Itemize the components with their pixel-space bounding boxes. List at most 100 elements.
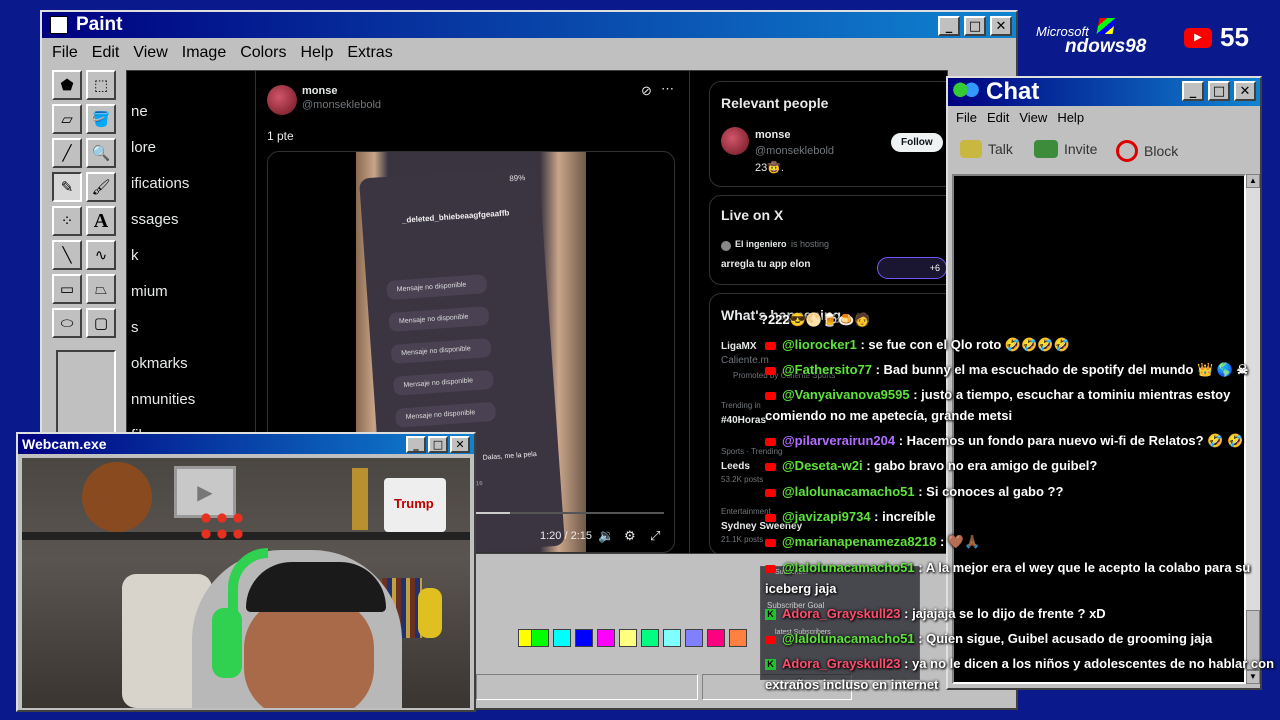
chat-menu-view[interactable]: View [1019, 110, 1047, 125]
relevant-handle[interactable]: @monseklebold [755, 145, 834, 157]
chat-username[interactable]: @javizapi9734 [782, 509, 871, 524]
free-select-tool[interactable]: ⬟ [52, 70, 82, 100]
chat-menu-help[interactable]: Help [1057, 110, 1084, 125]
trend-leeds[interactable]: Leeds [721, 461, 750, 472]
swatch-lightcyan[interactable] [663, 629, 681, 647]
polygon-tool[interactable]: ⏢ [86, 274, 116, 304]
grok-icon[interactable]: ⊘ [641, 83, 652, 99]
live-host[interactable]: El ingeniero [735, 239, 787, 249]
chat-message: @pilarverairun204 : Hacemos un fondo par… [765, 433, 1243, 449]
talk-button[interactable]: Talk [960, 140, 1013, 158]
swatch-magenta[interactable] [597, 629, 615, 647]
eyedropper-tool[interactable]: ╱ [52, 138, 82, 168]
webcam-close-button[interactable]: ✕ [450, 436, 470, 453]
menu-edit[interactable]: Edit [92, 44, 120, 62]
chat-minimize-button[interactable]: _ [1182, 81, 1204, 101]
nav-messages[interactable]: ssages [131, 211, 179, 228]
settings-icon[interactable]: ⚙ [624, 528, 636, 544]
nav-bookmarks[interactable]: okmarks [131, 355, 188, 372]
chat-username[interactable]: @lalolunacamacho51 [782, 484, 915, 499]
tool-options-box[interactable] [56, 350, 116, 440]
swatch-blue[interactable] [575, 629, 593, 647]
ellipse-tool[interactable]: ⬭ [52, 308, 82, 338]
chat-username[interactable]: @pilarverairun204 [782, 433, 895, 448]
chat-close-button[interactable]: ✕ [1234, 81, 1256, 101]
post-author-name[interactable]: monse [302, 85, 337, 97]
nav-home[interactable]: ne [131, 103, 148, 120]
volume-icon[interactable]: 🔉 [598, 528, 614, 544]
post-avatar[interactable] [267, 85, 297, 115]
swatch-green[interactable] [531, 629, 549, 647]
curve-tool[interactable]: ∿ [86, 240, 116, 270]
menu-help[interactable]: Help [300, 44, 333, 62]
follow-button[interactable]: Follow [891, 133, 943, 152]
swatch-springgreen[interactable] [641, 629, 659, 647]
maximize-button[interactable]: □ [964, 16, 986, 36]
swatch-lightyellow[interactable] [619, 629, 637, 647]
close-button[interactable]: ✕ [990, 16, 1012, 36]
phone-msg-1: Mensaje no disponible [386, 274, 488, 301]
brush-tool[interactable]: 🖌 [86, 172, 116, 202]
chat-username[interactable]: @lalolunacamacho51 [782, 631, 915, 646]
menu-file[interactable]: File [52, 44, 78, 62]
chat-message: extraños incluso en internet [765, 677, 938, 692]
chat-maximize-button[interactable]: □ [1208, 81, 1230, 101]
rect-select-tool[interactable]: ⬚ [86, 70, 116, 100]
nav-grok[interactable]: k [131, 247, 139, 264]
chat-username[interactable]: @Vanyaivanova9595 [782, 387, 910, 402]
relevant-name[interactable]: monse [755, 129, 790, 141]
webcam-maximize-button[interactable]: □ [428, 436, 448, 453]
chat-username[interactable]: @lalolunacamacho51 [782, 560, 915, 575]
fill-tool[interactable]: 🪣 [86, 104, 116, 134]
swatch-cyan[interactable] [553, 629, 571, 647]
relevant-avatar[interactable] [721, 127, 749, 155]
chat-message: @liorocker1 : se fue con el Qlo roto 🤣🤣🤣… [765, 337, 1070, 353]
nav-premium[interactable]: mium [131, 283, 168, 300]
chat-username[interactable]: Adora_Grayskull23 [782, 656, 901, 671]
webcam-minimize-button[interactable]: _ [406, 436, 426, 453]
live-participants[interactable]: +6 [877, 257, 947, 279]
menu-view[interactable]: View [133, 44, 167, 62]
menu-colors[interactable]: Colors [240, 44, 286, 62]
minimize-button[interactable]: _ [938, 16, 960, 36]
swatch-lavender[interactable] [685, 629, 703, 647]
scroll-up-arrow-icon[interactable]: ▲ [1246, 174, 1260, 188]
menu-image[interactable]: Image [182, 44, 226, 62]
swatch-orange[interactable] [729, 629, 747, 647]
trend-ligamx[interactable]: LigaMX [721, 341, 757, 352]
rounded-rect-tool[interactable]: ▢ [86, 308, 116, 338]
scroll-down-arrow-icon[interactable]: ▼ [1246, 670, 1260, 684]
pencil-tool[interactable]: ✎ [52, 172, 82, 202]
live-topic[interactable]: arregla tu app elon [721, 259, 810, 270]
paint-titlebar[interactable]: Paint [42, 12, 1016, 38]
airbrush-tool[interactable]: ⁘ [52, 206, 82, 236]
more-icon[interactable]: ⋯ [661, 81, 674, 97]
nav-notifications[interactable]: ifications [131, 175, 189, 192]
invite-button[interactable]: Invite [1034, 140, 1097, 158]
chat-username[interactable]: @Deseta-w2i [782, 458, 863, 473]
fullscreen-icon[interactable]: ⤢ [650, 528, 660, 544]
toilet-paper-label: Trump [394, 496, 434, 511]
post-author-handle[interactable]: @monseklebold [302, 99, 381, 111]
nav-communities[interactable]: nmunities [131, 391, 195, 408]
block-button[interactable]: Block [1116, 140, 1178, 162]
rectangle-tool[interactable]: ▭ [52, 274, 82, 304]
nav-lists[interactable]: s [131, 319, 139, 336]
webcam-window: Webcam.exe _ □ ✕ ▶ Trump [16, 432, 476, 712]
chat-message: iceberg jaja [765, 581, 837, 596]
chat-menu-file[interactable]: File [956, 110, 977, 125]
menu-extras[interactable]: Extras [347, 44, 392, 62]
eraser-tool[interactable]: ▱ [52, 104, 82, 134]
line-tool[interactable]: ╲ [52, 240, 82, 270]
chat-username[interactable]: @marianapenameza8218 [782, 534, 936, 549]
chat-menu-edit[interactable]: Edit [987, 110, 1009, 125]
zoom-tool[interactable]: 🔍 [86, 138, 116, 168]
trend-40horas[interactable]: #40Horas [721, 415, 766, 426]
nav-explore[interactable]: lore [131, 139, 156, 156]
chat-username[interactable]: Adora_Grayskull23 [782, 606, 901, 621]
chat-username[interactable]: @Fathersito77 [782, 362, 872, 377]
chat-username[interactable]: @liorocker1 [782, 337, 857, 352]
swatch-rose[interactable] [707, 629, 725, 647]
text-tool[interactable]: A [86, 206, 116, 236]
chat-scrollbar[interactable]: ▲ ▼ [1246, 174, 1260, 684]
